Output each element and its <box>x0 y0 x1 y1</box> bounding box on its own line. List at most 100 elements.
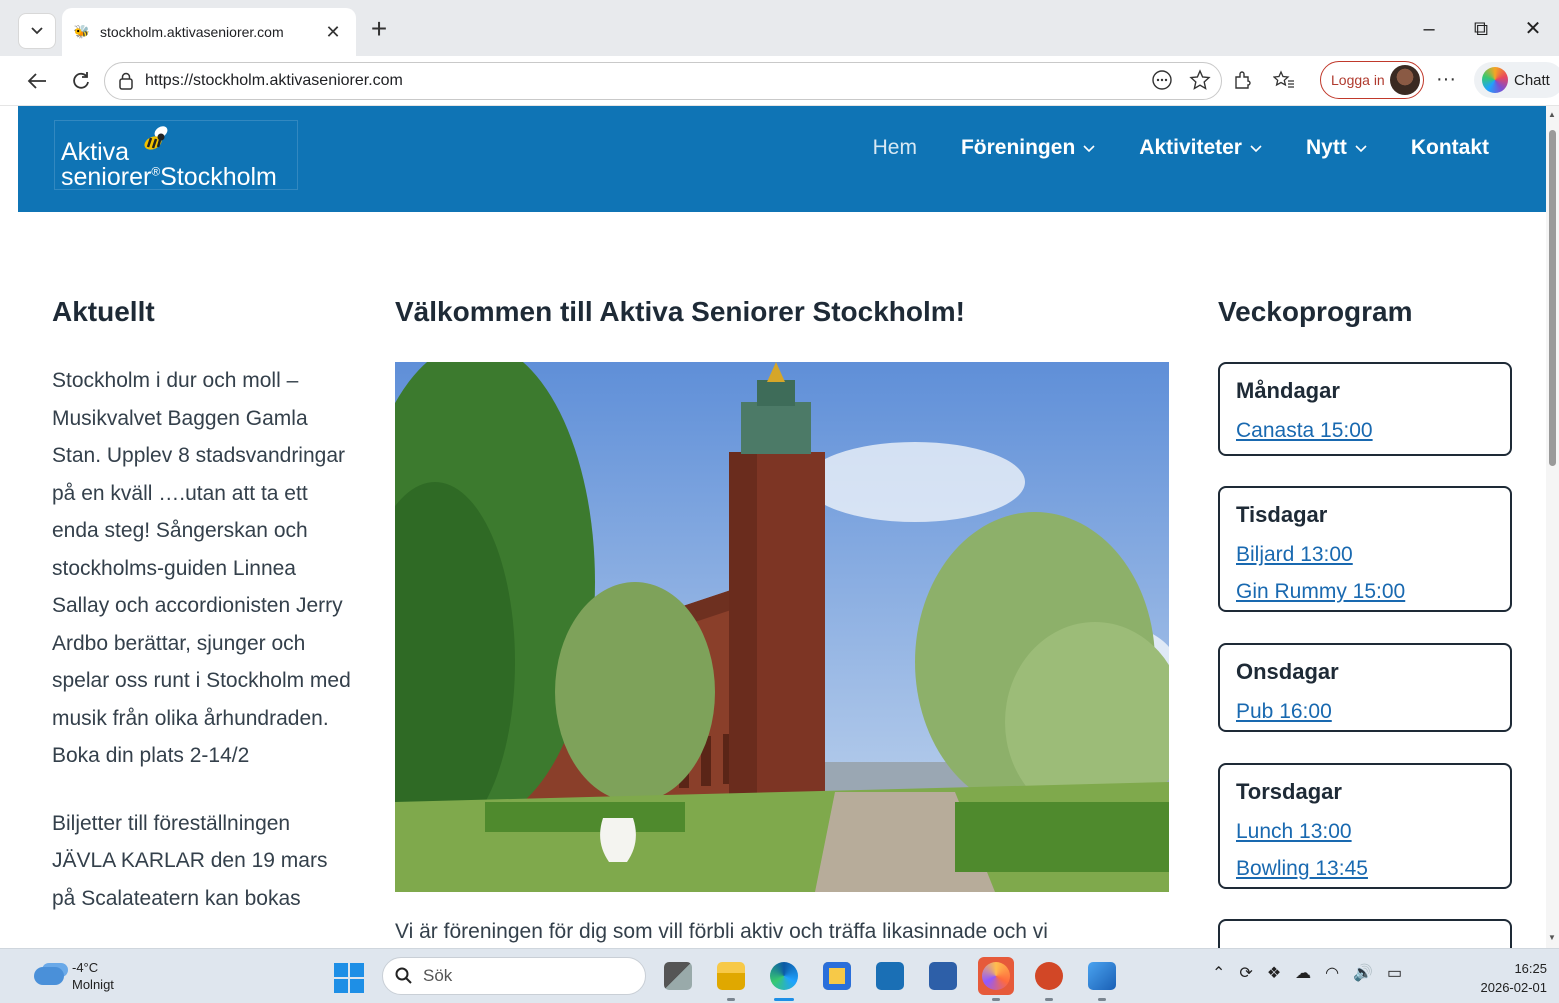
site-logo[interactable]: Aktiva seniorer®Stockholm <box>54 120 298 191</box>
activity-link[interactable]: Biljard 13:00 <box>1236 536 1494 573</box>
address-bar[interactable]: https://stockholm.aktivaseniorer.com <box>104 62 1222 100</box>
favorite-star-icon[interactable] <box>1189 69 1211 96</box>
edge-icon[interactable] <box>766 957 802 1001</box>
day-name: Torsdagar <box>1236 779 1342 804</box>
day-name: Tisdagar <box>1236 502 1328 527</box>
onedrive-icon[interactable]: ☁ <box>1295 963 1311 983</box>
wifi-icon[interactable]: ◠ <box>1325 963 1339 983</box>
search-placeholder: Sök <box>423 966 453 985</box>
restore-button[interactable]: ⧉ <box>1455 12 1507 46</box>
activity-link[interactable]: Bowling 13:45 <box>1236 850 1494 887</box>
favorites-icon[interactable] <box>1270 66 1298 94</box>
sync-icon[interactable]: ⟳ <box>1239 963 1252 983</box>
weather-text: -4°C Molnigt <box>72 960 114 992</box>
browser-toolbar: https://stockholm.aktivaseniorer.com Log… <box>0 56 1559 106</box>
browser-tab[interactable]: 🐝 stockholm.aktivaseniorer.com ✕ <box>62 8 356 56</box>
stockholm-city-hall-image <box>395 362 1169 892</box>
welcome-section: Välkommen till Aktiva Seniorer Stockholm… <box>395 296 1170 943</box>
activity-link[interactable]: Gin Rummy 15:00 <box>1236 573 1494 610</box>
dropbox-icon[interactable]: ❖ <box>1267 963 1281 983</box>
windows-taskbar: -4°C Molnigt Sök ⌃ ⟳ ❖ ☁ ◠ 🔊 ▭ 16:25 202… <box>0 948 1559 1003</box>
new-tab-button[interactable]: + <box>364 14 394 44</box>
back-button[interactable] <box>22 66 52 96</box>
system-tray: ⌃ ⟳ ❖ ☁ ◠ 🔊 ▭ <box>1212 963 1402 983</box>
day-card-fredagar <box>1218 919 1512 948</box>
copilot-icon <box>1482 67 1508 93</box>
scroll-up-icon[interactable]: ▲ <box>1548 110 1556 119</box>
nav-item-nytt[interactable]: Nytt <box>1306 136 1367 160</box>
page-title: Välkommen till Aktiva Seniorer Stockholm… <box>395 296 966 327</box>
page-scrollbar[interactable]: ▲ ▼ <box>1546 106 1559 948</box>
lock-icon <box>117 72 135 90</box>
chevron-down-icon <box>31 27 43 35</box>
close-tab-icon[interactable]: ✕ <box>322 22 344 43</box>
browser-tabstrip: 🐝 stockholm.aktivaseniorer.com ✕ + – ⧉ ✕ <box>0 0 1559 56</box>
nav-item-aktiviteter[interactable]: Aktiviteter <box>1139 136 1262 160</box>
store-icon[interactable] <box>819 957 855 995</box>
bee-favicon-icon: 🐝 <box>73 24 91 39</box>
start-button[interactable] <box>334 963 364 993</box>
back-arrow-icon <box>27 73 46 89</box>
login-button[interactable]: Logga in <box>1320 61 1424 99</box>
news-list: Stockholm i dur och moll – Musikvalvet B… <box>52 362 352 917</box>
logo-text-line2: seniorer®Stockholm <box>61 163 277 191</box>
chat-label: Chatt <box>1514 71 1550 89</box>
activity-link[interactable]: Pub 16:00 <box>1236 693 1494 730</box>
intro-text: Vi är föreningen för dig som vill förbli… <box>395 920 1048 943</box>
day-card-onsdagar: Onsdagar Pub 16:00 <box>1218 643 1512 732</box>
taskbar-apps <box>660 957 1120 1001</box>
activity-link[interactable]: Canasta 15:00 <box>1236 412 1494 449</box>
bee-icon <box>144 126 168 150</box>
profile-avatar <box>1390 65 1420 95</box>
toolbar-icons <box>1228 66 1298 94</box>
page-viewport: Aktiva seniorer®Stockholm Hem Föreningen… <box>0 106 1546 948</box>
task-view-icon[interactable] <box>660 957 696 995</box>
aktuellt-section: Aktuellt Stockholm i dur och moll – Musi… <box>52 296 352 917</box>
day-card-tisdagar: Tisdagar Biljard 13:00 Gin Rummy 15:00 <box>1218 486 1512 612</box>
scroll-thumb[interactable] <box>1549 130 1556 466</box>
aktuellt-title: Aktuellt <box>52 296 155 327</box>
veckoprogram-section: Veckoprogram Måndagar Canasta 15:00 Tisd… <box>1218 296 1512 948</box>
reload-icon <box>73 72 89 89</box>
system-clock[interactable]: 16:25 2026-02-01 <box>1481 959 1548 997</box>
volume-icon[interactable]: 🔊 <box>1353 963 1373 983</box>
news-item: Biljetter till föreställningen JÄVLA KAR… <box>52 811 328 910</box>
clock-date: 2026-02-01 <box>1480 980 1548 995</box>
chevron-down-icon <box>1083 140 1095 156</box>
url-text: https://stockholm.aktivaseniorer.com <box>145 72 403 89</box>
tab-actions-button[interactable] <box>18 13 56 49</box>
more-options-button[interactable]: ··· <box>1436 68 1456 91</box>
login-label: Logga in <box>1331 72 1385 88</box>
main-navigation: Hem Föreningen Aktiviteter Nytt Kontakt <box>873 136 1489 160</box>
file-explorer-icon[interactable] <box>713 957 749 1001</box>
chevron-up-icon[interactable]: ⌃ <box>1212 963 1225 983</box>
chevron-down-icon <box>1250 140 1262 156</box>
news-item: Stockholm i dur och moll – Musikvalvet B… <box>52 369 351 767</box>
reader-view-icon[interactable] <box>1151 69 1173 96</box>
chevron-down-icon <box>1355 140 1367 156</box>
extensions-icon[interactable] <box>1228 66 1256 94</box>
search-icon <box>395 967 412 984</box>
day-card-mandagar: Måndagar Canasta 15:00 <box>1218 362 1512 456</box>
shield-app-icon[interactable] <box>872 957 908 995</box>
powerpoint-icon[interactable] <box>1031 957 1067 1001</box>
weather-widget[interactable]: -4°C Molnigt <box>34 959 114 993</box>
nav-item-foreningen[interactable]: Föreningen <box>961 136 1095 160</box>
nav-item-kontakt[interactable]: Kontakt <box>1411 136 1489 160</box>
copilot-chat-button[interactable]: Chatt <box>1474 62 1559 98</box>
image-viewer-icon[interactable] <box>1084 957 1120 1001</box>
reload-button[interactable] <box>66 66 96 96</box>
activity-link[interactable]: Lunch 13:00 <box>1236 813 1494 850</box>
window-controls: – ⧉ ✕ <box>1403 12 1559 46</box>
site-header: Aktiva seniorer®Stockholm Hem Föreningen… <box>18 106 1546 212</box>
photos-icon[interactable] <box>925 957 961 995</box>
day-name: Onsdagar <box>1236 659 1339 684</box>
clock-time: 16:25 <box>1514 961 1547 976</box>
battery-icon[interactable]: ▭ <box>1387 963 1402 983</box>
taskbar-search[interactable]: Sök <box>382 957 646 995</box>
firefox-icon[interactable] <box>978 957 1014 1001</box>
close-window-button[interactable]: ✕ <box>1507 12 1559 46</box>
scroll-down-icon[interactable]: ▼ <box>1548 933 1556 942</box>
minimize-button[interactable]: – <box>1403 12 1455 46</box>
nav-item-hem[interactable]: Hem <box>873 136 917 160</box>
